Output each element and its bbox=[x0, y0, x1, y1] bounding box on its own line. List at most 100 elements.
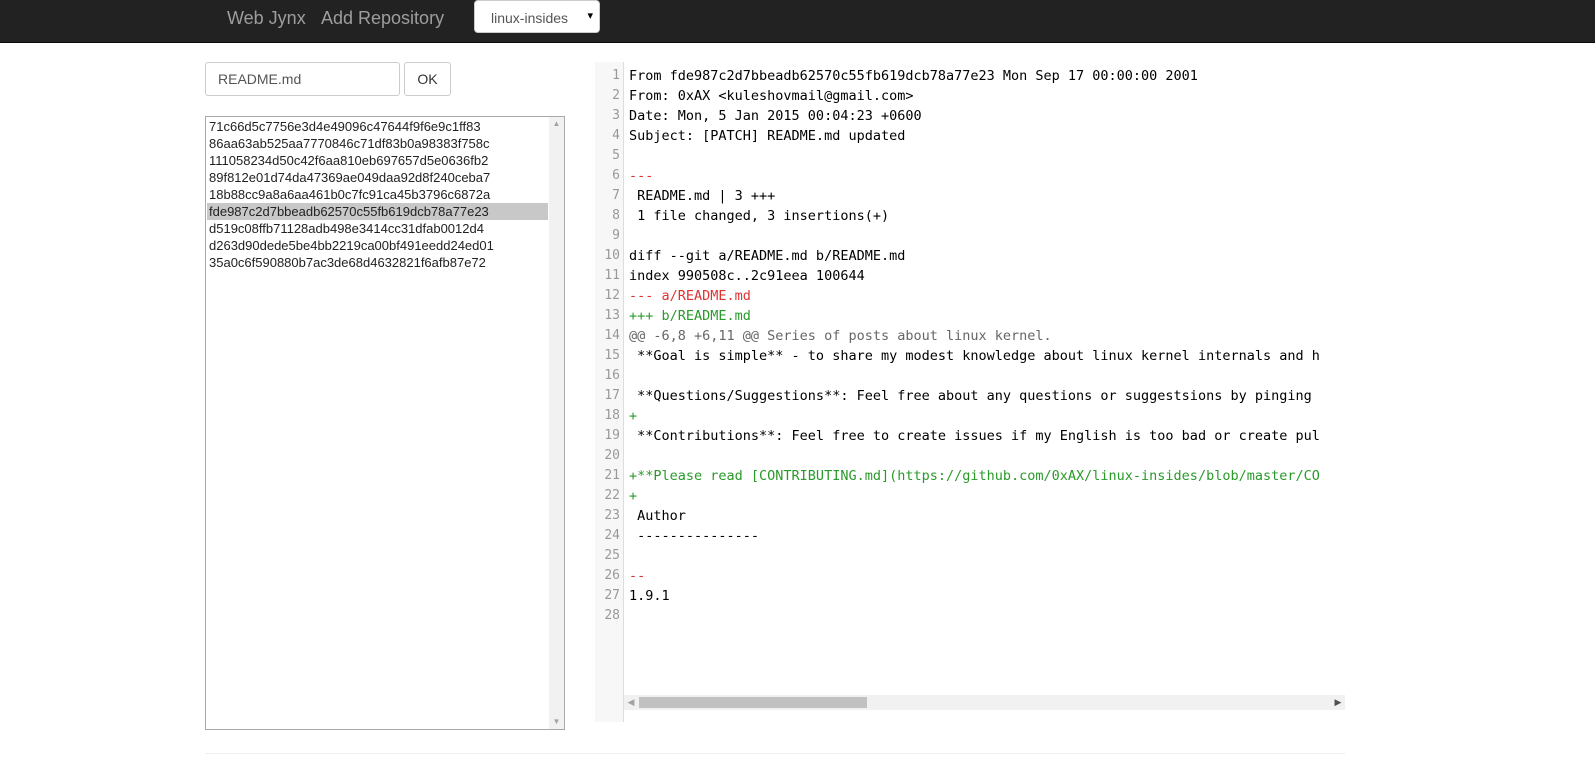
code-line: 8 1 file changed, 3 insertions(+) bbox=[595, 206, 1345, 226]
code-line: 7 README.md | 3 +++ bbox=[595, 186, 1345, 206]
line-number: 1 bbox=[612, 68, 620, 83]
commit-list-item[interactable]: d263d90dede5be4bb2219ca00bf491eedd24ed01 bbox=[207, 237, 548, 254]
line-number: 24 bbox=[604, 528, 620, 543]
code-line: 24 --------------- bbox=[595, 526, 1345, 546]
line-number: 25 bbox=[604, 548, 620, 563]
line-number: 28 bbox=[604, 608, 620, 623]
line-number: 11 bbox=[604, 268, 620, 283]
code-line: 16 bbox=[595, 366, 1345, 386]
code-line: 14 @@ -6,8 +6,11 @@ Series of posts about… bbox=[595, 326, 1345, 346]
line-text: **Questions/Suggestions**: Feel free abo… bbox=[629, 388, 1312, 404]
ok-button[interactable]: OK bbox=[404, 62, 451, 96]
code-line: 18 + bbox=[595, 406, 1345, 426]
code-line: 3 Date: Mon, 5 Jan 2015 00:04:23 +0600 bbox=[595, 106, 1345, 126]
line-text: **Contributions**: Feel free to create i… bbox=[629, 428, 1320, 444]
line-number: 3 bbox=[612, 108, 620, 123]
line-text: -- bbox=[629, 568, 646, 584]
commit-list-item[interactable]: 89f812e01d74da47369ae049daa92d8f240ceba7 bbox=[207, 169, 548, 186]
code-line: 4 Subject: [PATCH] README.md updated bbox=[595, 126, 1345, 146]
line-text: + bbox=[629, 408, 638, 424]
code-line: 9 bbox=[595, 226, 1345, 246]
line-number: 13 bbox=[604, 308, 620, 323]
line-text: +++ b/README.md bbox=[629, 308, 751, 324]
line-number: 4 bbox=[612, 128, 620, 143]
line-text: index 990508c..2c91eea 100644 bbox=[629, 268, 865, 284]
code-line: 25 bbox=[595, 546, 1345, 566]
line-text: @@ -6,8 +6,11 @@ Series of posts about l… bbox=[629, 328, 1052, 344]
code-line: 12 --- a/README.md bbox=[595, 286, 1345, 306]
line-number: 9 bbox=[612, 228, 620, 243]
repository-select-value: linux-insides bbox=[491, 10, 569, 26]
line-number: 15 bbox=[604, 348, 620, 363]
line-text: diff --git a/README.md b/README.md bbox=[629, 248, 906, 264]
line-number: 12 bbox=[604, 288, 620, 303]
commit-list-item[interactable]: fde987c2d7bbeadb62570c55fb619dcb78a77e23 bbox=[207, 203, 548, 220]
code-line: 13 +++ b/README.md bbox=[595, 306, 1345, 326]
line-number: 19 bbox=[604, 428, 620, 443]
code-line: 20 bbox=[595, 446, 1345, 466]
code-line: 11 index 990508c..2c91eea 100644 bbox=[595, 266, 1345, 286]
line-text: --- a/README.md bbox=[629, 288, 751, 304]
brand-link[interactable]: Web Jynx bbox=[227, 8, 306, 29]
line-number: 22 bbox=[604, 488, 620, 503]
commit-list-item[interactable]: d519c08ffb71128adb498e3414cc31dfab0012d4 bbox=[207, 220, 548, 237]
scroll-left-arrow-icon[interactable]: ◀ bbox=[624, 695, 638, 710]
code-line: 27 1.9.1 bbox=[595, 586, 1345, 606]
line-text: Author bbox=[629, 508, 686, 524]
footer-divider bbox=[205, 753, 1345, 754]
code-lines: 1 From fde987c2d7bbeadb62570c55fb619dcb78… bbox=[595, 66, 1345, 626]
repository-select[interactable]: linux-insides ▾ bbox=[474, 0, 600, 33]
line-number: 7 bbox=[612, 188, 620, 203]
line-number: 27 bbox=[604, 588, 620, 603]
line-text: Subject: [PATCH] README.md updated bbox=[629, 128, 906, 144]
line-text: + bbox=[629, 488, 638, 504]
code-line: 22 + bbox=[595, 486, 1345, 506]
add-repository-link[interactable]: Add Repository bbox=[321, 8, 444, 29]
code-line: 10 diff --git a/README.md b/README.md bbox=[595, 246, 1345, 266]
code-line: 2 From: 0xAX <kuleshovmail@gmail.com> bbox=[595, 86, 1345, 106]
line-text: 1.9.1 bbox=[629, 588, 670, 604]
line-number: 5 bbox=[612, 148, 620, 163]
diff-viewer: 1 From fde987c2d7bbeadb62570c55fb619dcb78… bbox=[595, 62, 1345, 722]
scroll-up-arrow-icon[interactable]: ▲ bbox=[549, 117, 564, 131]
commit-list-item[interactable]: 111058234d50c42f6aa810eb697657d5e0636fb2 bbox=[207, 152, 548, 169]
line-text: --- bbox=[629, 168, 654, 184]
commit-list-item[interactable]: 35a0c6f590880b7ac3de68d4632821f6afb87e72 bbox=[207, 254, 548, 271]
code-line: 23 Author bbox=[595, 506, 1345, 526]
code-line: 6 --- bbox=[595, 166, 1345, 186]
line-number: 21 bbox=[604, 468, 620, 483]
code-line: 1 From fde987c2d7bbeadb62570c55fb619dcb78… bbox=[595, 66, 1345, 86]
commit-list-item[interactable]: 71c66d5c7756e3d4e49096c47644f9f6e9c1ff83 bbox=[207, 118, 548, 135]
commit-list-item[interactable]: 18b88cc9a8a6aa461b0c7fc91ca45b3796c6872a bbox=[207, 186, 548, 203]
code-line: 26 -- bbox=[595, 566, 1345, 586]
line-text: From: 0xAX <kuleshovmail@gmail.com> bbox=[629, 88, 914, 104]
line-number: 23 bbox=[604, 508, 620, 523]
line-number: 16 bbox=[604, 368, 620, 383]
line-number: 18 bbox=[604, 408, 620, 423]
scroll-right-arrow-icon[interactable]: ▶ bbox=[1331, 695, 1345, 710]
line-number: 26 bbox=[604, 568, 620, 583]
line-number: 14 bbox=[604, 328, 620, 343]
horizontal-scrollbar[interactable]: ◀ ▶ bbox=[624, 695, 1345, 710]
line-text: Date: Mon, 5 Jan 2015 00:04:23 +0600 bbox=[629, 108, 922, 124]
line-number: 20 bbox=[604, 448, 620, 463]
chevron-down-icon: ▾ bbox=[587, 10, 593, 22]
code-line: 21 +**Please read [CONTRIBUTING.md](https… bbox=[595, 466, 1345, 486]
code-line: 17 **Questions/Suggestions**: Feel free … bbox=[595, 386, 1345, 406]
line-text: README.md | 3 +++ bbox=[629, 188, 776, 204]
horizontal-scrollbar-thumb[interactable] bbox=[639, 697, 867, 708]
line-text: From fde987c2d7bbeadb62570c55fb619dcb78a… bbox=[629, 68, 1198, 84]
line-number: 6 bbox=[612, 168, 620, 183]
line-text: +**Please read [CONTRIBUTING.md](https:/… bbox=[629, 468, 1320, 484]
line-text: 1 file changed, 3 insertions(+) bbox=[629, 208, 890, 224]
line-number: 2 bbox=[612, 88, 620, 103]
line-text: **Goal is simple** - to share my modest … bbox=[629, 348, 1320, 364]
code-line: 15 **Goal is simple** - to share my mode… bbox=[595, 346, 1345, 366]
code-line: 28 bbox=[595, 606, 1345, 626]
commit-list[interactable]: 71c66d5c7756e3d4e49096c47644f9f6e9c1ff83… bbox=[205, 116, 565, 730]
scroll-down-arrow-icon[interactable]: ▼ bbox=[549, 715, 564, 729]
file-path-input[interactable] bbox=[205, 62, 400, 96]
commit-list-scrollbar[interactable]: ▲ ▼ bbox=[549, 117, 564, 729]
commit-list-item[interactable]: 86aa63ab525aa7770846c71df83b0a98383f758c bbox=[207, 135, 548, 152]
code-line: 5 bbox=[595, 146, 1345, 166]
